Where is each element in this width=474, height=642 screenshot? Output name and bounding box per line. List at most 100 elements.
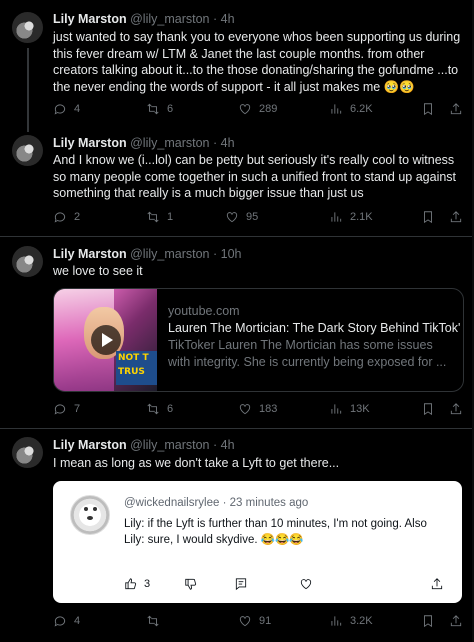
avatar[interactable] — [12, 135, 43, 166]
author-name[interactable]: Lily Marston — [53, 136, 127, 150]
comment-time: 23 minutes ago — [229, 497, 309, 509]
video-thumbnail[interactable]: NOT T TRUS — [54, 289, 157, 391]
card-description: TikToker Lauren The Mortician has some i… — [168, 338, 447, 369]
views-button[interactable]: 3.2K — [329, 614, 373, 628]
comment-actions: 3 — [124, 577, 444, 593]
author-handle[interactable]: @lily_marston — [130, 438, 209, 452]
heart-button[interactable] — [299, 577, 313, 591]
share-button[interactable] — [449, 102, 463, 116]
comment-button[interactable] — [234, 577, 248, 591]
heart-icon — [300, 579, 312, 590]
comment-header: @wickednailsrylee · 23 minutes ago — [124, 497, 309, 509]
like-icon — [239, 104, 251, 115]
author-name[interactable]: Lily Marston — [53, 438, 127, 452]
tweet-time[interactable]: 4h — [221, 12, 235, 26]
tweet-text: And I know we (i...lol) can be petty but… — [53, 153, 457, 200]
tweet-header: Lily Marston @lily_marston · 4h — [53, 136, 235, 150]
thumbs-up-icon — [125, 578, 137, 590]
reply-button[interactable]: 4 — [53, 102, 80, 116]
thumbs-down-icon — [185, 578, 197, 590]
like-button[interactable]: 289 — [238, 102, 277, 116]
avatar[interactable] — [12, 246, 43, 277]
author-name[interactable]: Lily Marston — [53, 247, 127, 261]
divider — [0, 236, 474, 237]
like-button[interactable]: 95 — [225, 210, 258, 224]
like-icon — [239, 404, 251, 415]
reply-icon — [54, 616, 66, 627]
avatar[interactable] — [12, 437, 43, 468]
tweet-header: Lily Marston @lily_marston · 4h — [53, 12, 235, 26]
views-button[interactable]: 13K — [329, 402, 370, 416]
thread-line — [27, 48, 29, 132]
embedded-comment-card[interactable]: @wickednailsrylee · 23 minutes ago Lily:… — [53, 481, 462, 603]
share-icon — [450, 211, 462, 223]
divider — [0, 428, 474, 429]
share-icon — [450, 103, 462, 115]
author-handle[interactable]: @lily_marston — [130, 12, 209, 26]
link-card[interactable]: NOT T TRUS youtube.com Lauren The Mortic… — [53, 288, 464, 392]
retweet-button[interactable] — [146, 614, 167, 628]
bookmark-icon — [424, 103, 432, 116]
views-button[interactable]: 2.1K — [329, 210, 373, 224]
tweet-actions: 4 6 289 6.2K — [53, 102, 463, 118]
author-name[interactable]: Lily Marston — [53, 12, 127, 26]
reply-icon — [54, 104, 66, 115]
tweet-text: I mean as long as we don't take a Lyft t… — [53, 456, 340, 470]
reply-icon — [54, 212, 66, 223]
author-handle[interactable]: @lily_marston — [130, 136, 209, 150]
bookmark-icon — [424, 211, 432, 224]
reply-icon — [54, 404, 66, 415]
tweet-time[interactable]: 4h — [221, 438, 235, 452]
retweet-button[interactable]: 1 — [146, 210, 173, 224]
bookmark-icon — [424, 615, 432, 628]
play-icon[interactable] — [91, 325, 121, 355]
tweet-header: Lily Marston @lily_marston · 4h — [53, 438, 235, 452]
like-button[interactable]: 183 — [238, 402, 277, 416]
retweet-icon — [147, 103, 159, 115]
reply-button[interactable]: 4 — [53, 614, 80, 628]
like-icon — [239, 616, 251, 627]
card-title[interactable]: Lauren The Mortician: The Dark Story Beh… — [168, 320, 460, 337]
tweet-actions: 2 1 95 2.1K — [53, 210, 463, 226]
share-button[interactable] — [449, 614, 463, 628]
tweet-actions: 4 91 3.2K — [53, 614, 463, 630]
comment-icon — [235, 578, 247, 591]
tweet-text: we love to see it — [53, 264, 143, 278]
tweet-time[interactable]: 10h — [221, 247, 242, 261]
bookmark-button[interactable] — [421, 102, 435, 116]
bookmark-button[interactable] — [421, 402, 435, 416]
comment-handle[interactable]: @wickednailsrylee — [124, 497, 219, 509]
retweet-icon — [147, 403, 159, 415]
share-icon — [450, 403, 462, 415]
retweet-icon — [147, 211, 159, 223]
retweet-button[interactable]: 6 — [146, 402, 173, 416]
share-button[interactable] — [449, 402, 463, 416]
comment-avatar[interactable] — [70, 495, 110, 535]
views-icon — [331, 104, 342, 114]
bookmark-button[interactable] — [421, 210, 435, 224]
views-icon — [331, 616, 342, 626]
views-icon — [331, 404, 342, 414]
share-icon — [450, 615, 462, 627]
like-button[interactable]: 91 — [238, 614, 271, 628]
avatar[interactable] — [12, 12, 43, 43]
thumbnail-banner: NOT T TRUS — [116, 351, 157, 385]
views-icon — [331, 212, 342, 222]
reply-button[interactable]: 7 — [53, 402, 80, 416]
thumbs-down-button[interactable] — [184, 577, 198, 591]
share-button[interactable] — [430, 577, 444, 591]
share-button[interactable] — [449, 210, 463, 224]
thumbs-up-button[interactable]: 3 — [124, 577, 150, 591]
retweet-icon — [147, 615, 159, 627]
tweet-actions: 7 6 183 13K — [53, 402, 463, 418]
views-button[interactable]: 6.2K — [329, 102, 373, 116]
retweet-button[interactable]: 6 — [146, 102, 173, 116]
tweet-time[interactable]: 4h — [221, 136, 235, 150]
share-icon — [431, 578, 443, 590]
like-icon — [226, 212, 238, 223]
bookmark-icon — [424, 403, 432, 416]
author-handle[interactable]: @lily_marston — [130, 247, 209, 261]
comment-text: Lily: if the Lyft is further than 10 min… — [124, 518, 427, 546]
bookmark-button[interactable] — [421, 614, 435, 628]
reply-button[interactable]: 2 — [53, 210, 80, 224]
